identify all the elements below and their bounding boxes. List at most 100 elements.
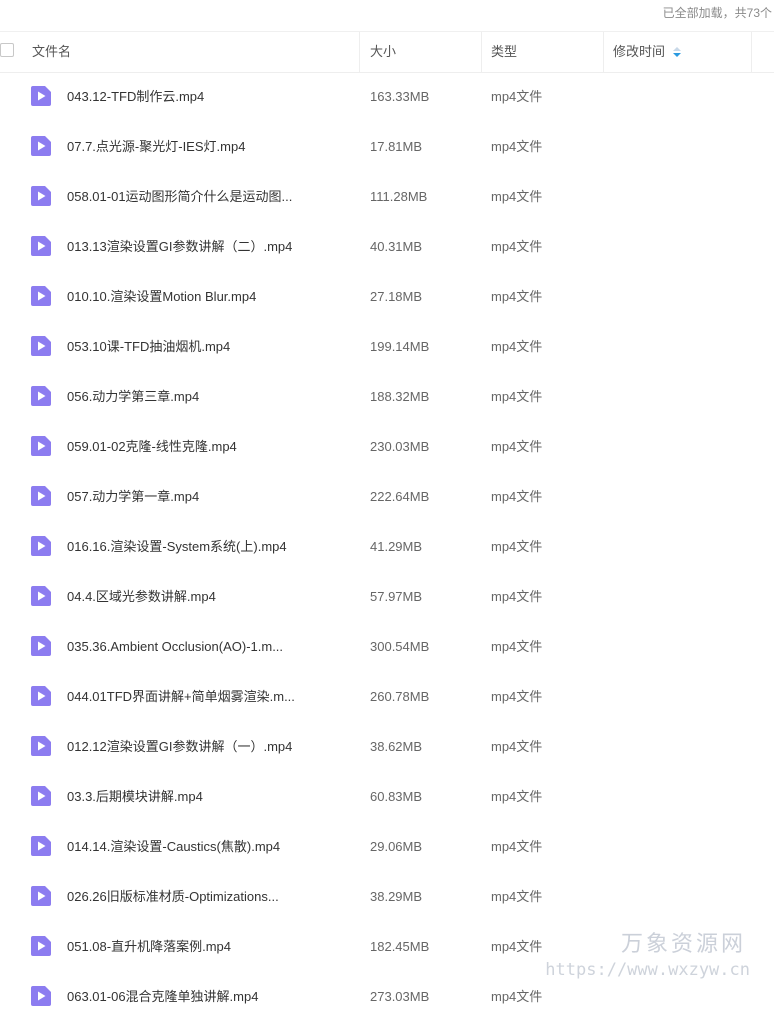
video-file-icon bbox=[31, 636, 51, 656]
file-size: 38.29MB bbox=[370, 889, 423, 904]
file-row[interactable]: 03.3.后期模块讲解.mp4 60.83MB mp4文件 bbox=[0, 772, 774, 822]
column-header-name[interactable]: 文件名 bbox=[32, 32, 71, 72]
file-name[interactable]: 010.10.渲染设置Motion Blur.mp4 bbox=[67, 272, 256, 322]
video-file-icon bbox=[31, 436, 51, 456]
video-file-icon bbox=[31, 586, 51, 606]
file-name[interactable]: 035.36.Ambient Occlusion(AO)-1.m... bbox=[67, 622, 283, 672]
file-name[interactable]: 013.13渲染设置GI参数讲解（二）.mp4 bbox=[67, 222, 292, 272]
file-type: mp4文件 bbox=[491, 89, 543, 104]
file-name[interactable]: 044.01TFD界面讲解+简单烟雾渲染.m... bbox=[67, 672, 295, 722]
file-name[interactable]: 053.10课-TFD抽油烟机.mp4 bbox=[67, 322, 230, 372]
file-size: 182.45MB bbox=[370, 939, 430, 954]
video-file-icon bbox=[31, 86, 51, 106]
file-type: mp4文件 bbox=[491, 889, 543, 904]
file-list-header: 文件名 大小 类型 修改时间 bbox=[0, 31, 774, 73]
file-row[interactable]: 016.16.渲染设置-System系统(上).mp4 41.29MB mp4文件 bbox=[0, 522, 774, 572]
file-type: mp4文件 bbox=[491, 789, 543, 804]
column-divider[interactable] bbox=[751, 32, 752, 72]
file-name[interactable]: 057.动力学第一章.mp4 bbox=[67, 472, 199, 522]
file-type: mp4文件 bbox=[491, 589, 543, 604]
file-row[interactable]: 056.动力学第三章.mp4 188.32MB mp4文件 bbox=[0, 372, 774, 422]
file-size: 230.03MB bbox=[370, 439, 430, 454]
video-file-icon bbox=[31, 236, 51, 256]
file-name[interactable]: 043.12-TFD制作云.mp4 bbox=[67, 72, 204, 122]
file-row[interactable]: 053.10课-TFD抽油烟机.mp4 199.14MB mp4文件 bbox=[0, 322, 774, 372]
column-divider[interactable] bbox=[603, 32, 604, 72]
file-name[interactable]: 016.16.渲染设置-System系统(上).mp4 bbox=[67, 522, 287, 572]
file-type: mp4文件 bbox=[491, 539, 543, 554]
file-name[interactable]: 063.01-06混合克隆单独讲解.mp4 bbox=[67, 972, 258, 1022]
file-size: 260.78MB bbox=[370, 689, 430, 704]
video-file-icon bbox=[31, 486, 51, 506]
file-row[interactable]: 057.动力学第一章.mp4 222.64MB mp4文件 bbox=[0, 472, 774, 522]
file-size: 40.31MB bbox=[370, 239, 423, 254]
file-name[interactable]: 056.动力学第三章.mp4 bbox=[67, 372, 199, 422]
file-size: 300.54MB bbox=[370, 639, 430, 654]
file-type: mp4文件 bbox=[491, 639, 543, 654]
column-divider[interactable] bbox=[359, 32, 360, 72]
file-row[interactable]: 012.12渲染设置GI参数讲解（一）.mp4 38.62MB mp4文件 bbox=[0, 722, 774, 772]
file-type: mp4文件 bbox=[491, 339, 543, 354]
file-name[interactable]: 07.7.点光源-聚光灯-IES灯.mp4 bbox=[67, 122, 245, 172]
file-name[interactable]: 014.14.渲染设置-Caustics(焦散).mp4 bbox=[67, 822, 280, 872]
select-all-checkbox[interactable] bbox=[0, 43, 14, 57]
file-row[interactable]: 010.10.渲染设置Motion Blur.mp4 27.18MB mp4文件 bbox=[0, 272, 774, 322]
file-type: mp4文件 bbox=[491, 739, 543, 754]
file-type: mp4文件 bbox=[491, 839, 543, 854]
column-header-size[interactable]: 大小 bbox=[370, 32, 396, 72]
video-file-icon bbox=[31, 686, 51, 706]
file-row[interactable]: 044.01TFD界面讲解+简单烟雾渲染.m... 260.78MB mp4文件 bbox=[0, 672, 774, 722]
file-size: 60.83MB bbox=[370, 789, 423, 804]
file-row[interactable]: 04.4.区域光参数讲解.mp4 57.97MB mp4文件 bbox=[0, 572, 774, 622]
file-row[interactable]: 013.13渲染设置GI参数讲解（二）.mp4 40.31MB mp4文件 bbox=[0, 222, 774, 272]
file-size: 111.28MB bbox=[370, 189, 428, 204]
file-type: mp4文件 bbox=[491, 489, 543, 504]
file-row[interactable]: 026.26旧版标准材质-Optimizations... 38.29MB mp4文… bbox=[0, 872, 774, 922]
file-size: 17.81MB bbox=[370, 139, 423, 154]
file-size: 38.62MB bbox=[370, 739, 423, 754]
top-status-bar: 已全部加载，共73个 bbox=[0, 0, 774, 28]
file-name[interactable]: 059.01-02克隆-线性克隆.mp4 bbox=[67, 422, 237, 472]
file-size: 41.29MB bbox=[370, 539, 423, 554]
file-row[interactable]: 014.14.渲染设置-Caustics(焦散).mp4 29.06MB mp4文件 bbox=[0, 822, 774, 872]
column-header-type[interactable]: 类型 bbox=[491, 32, 517, 72]
column-header-modified[interactable]: 修改时间 bbox=[613, 32, 682, 72]
video-file-icon bbox=[31, 986, 51, 1006]
video-file-icon bbox=[31, 886, 51, 906]
load-status-text: 已全部加载，共73个 bbox=[662, 6, 772, 20]
video-file-icon bbox=[31, 786, 51, 806]
column-header-modified-label: 修改时间 bbox=[613, 44, 666, 59]
file-name[interactable]: 058.01-01运动图形简介什么是运动图... bbox=[67, 172, 292, 222]
file-type: mp4文件 bbox=[491, 439, 543, 454]
file-name[interactable]: 051.08-直升机降落案例.mp4 bbox=[67, 922, 231, 972]
file-list: 043.12-TFD制作云.mp4 163.33MB mp4文件 07.7.点光源-聚… bbox=[0, 72, 774, 1022]
file-row[interactable]: 063.01-06混合克隆单独讲解.mp4 273.03MB mp4文件 bbox=[0, 972, 774, 1022]
file-type: mp4文件 bbox=[491, 989, 543, 1004]
file-type: mp4文件 bbox=[491, 689, 543, 704]
file-type: mp4文件 bbox=[491, 189, 543, 204]
video-file-icon bbox=[31, 836, 51, 856]
file-size: 163.33MB bbox=[370, 89, 430, 104]
file-type: mp4文件 bbox=[491, 389, 543, 404]
column-divider[interactable] bbox=[481, 32, 482, 72]
file-size: 57.97MB bbox=[370, 589, 423, 604]
file-size: 29.06MB bbox=[370, 839, 423, 854]
file-size: 188.32MB bbox=[370, 389, 430, 404]
file-name[interactable]: 026.26旧版标准材质-Optimizations... bbox=[67, 872, 279, 922]
video-file-icon bbox=[31, 536, 51, 556]
file-row[interactable]: 058.01-01运动图形简介什么是运动图... 111.28MB mp4文件 bbox=[0, 172, 774, 222]
file-row[interactable]: 059.01-02克隆-线性克隆.mp4 230.03MB mp4文件 bbox=[0, 422, 774, 472]
video-file-icon bbox=[31, 386, 51, 406]
file-row[interactable]: 035.36.Ambient Occlusion(AO)-1.m... 300.5… bbox=[0, 622, 774, 672]
file-name[interactable]: 03.3.后期模块讲解.mp4 bbox=[67, 772, 203, 822]
file-name[interactable]: 04.4.区域光参数讲解.mp4 bbox=[67, 572, 216, 622]
video-file-icon bbox=[31, 936, 51, 956]
file-size: 27.18MB bbox=[370, 289, 423, 304]
file-name[interactable]: 012.12渲染设置GI参数讲解（一）.mp4 bbox=[67, 722, 292, 772]
file-row[interactable]: 043.12-TFD制作云.mp4 163.33MB mp4文件 bbox=[0, 72, 774, 122]
sort-icon[interactable] bbox=[673, 46, 682, 57]
file-size: 273.03MB bbox=[370, 989, 430, 1004]
file-row[interactable]: 051.08-直升机降落案例.mp4 182.45MB mp4文件 bbox=[0, 922, 774, 972]
file-row[interactable]: 07.7.点光源-聚光灯-IES灯.mp4 17.81MB mp4文件 bbox=[0, 122, 774, 172]
video-file-icon bbox=[31, 286, 51, 306]
